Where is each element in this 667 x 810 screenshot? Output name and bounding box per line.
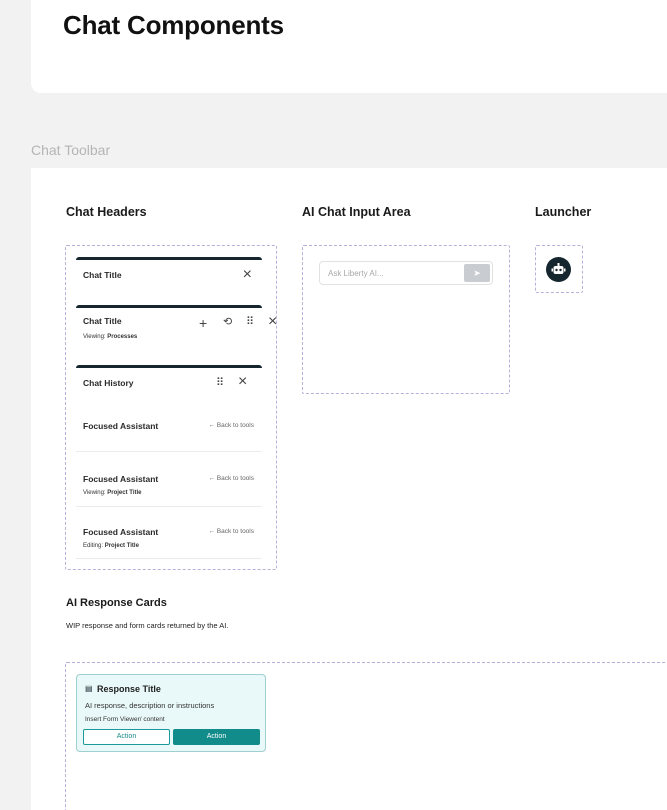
drag-icon[interactable]: ⠿ xyxy=(216,378,224,389)
response-cards-frame: ▤ Response Title AI response, descriptio… xyxy=(65,662,667,810)
editing-value: Project Title xyxy=(104,543,139,549)
back-to-tools-link[interactable]: ← Back to tools xyxy=(208,528,254,535)
assistant-title: Focused Assistant xyxy=(83,474,159,484)
editing-label: Editing: xyxy=(83,543,104,549)
chat-header-title: Chat Title xyxy=(83,270,122,280)
assistant-title: Focused Assistant xyxy=(83,527,159,537)
divider xyxy=(76,558,262,559)
close-icon[interactable]: × xyxy=(243,267,252,283)
assistant-sub: Viewing: Project Title xyxy=(83,490,141,496)
page: Chat Components Chat Toolbar Chat Header… xyxy=(0,0,667,810)
history-icon[interactable]: ⟲ xyxy=(223,317,232,328)
chat-header-viewing: Viewing: Processes xyxy=(83,334,137,340)
assistant-row: Focused Assistant ← Back to tools Viewin… xyxy=(76,464,262,504)
divider xyxy=(76,506,262,507)
robot-icon[interactable] xyxy=(546,257,571,282)
chat-headers-frame: Chat Title × Chat Title Viewing: Process… xyxy=(65,245,277,570)
response-title: Response Title xyxy=(97,684,161,694)
divider xyxy=(76,451,262,452)
viewing-value: Processes xyxy=(107,334,138,340)
chat-header-viewing: Chat Title Viewing: Processes + ⟲ ⠿ × xyxy=(76,305,277,355)
close-icon[interactable]: × xyxy=(268,314,277,330)
assistant-row: Focused Assistant ← Back to tools xyxy=(76,411,262,451)
viewing-value: Project Title xyxy=(107,490,142,496)
ai-input-frame: ➤ xyxy=(302,245,510,394)
back-to-tools-link[interactable]: ← Back to tools xyxy=(208,475,254,482)
viewing-label: Viewing: xyxy=(83,490,106,496)
assistant-title: Focused Assistant xyxy=(83,421,159,431)
launcher-frame xyxy=(535,245,583,293)
drag-icon[interactable]: ⠿ xyxy=(246,317,254,328)
back-to-tools-link[interactable]: ← Back to tools xyxy=(208,422,254,429)
response-description: AI response, description or instructions xyxy=(85,701,215,710)
viewing-label: Viewing: xyxy=(83,334,106,340)
assistant-row: Focused Assistant ← Back to tools Editin… xyxy=(76,517,262,557)
ai-input-title: AI Chat Input Area xyxy=(302,205,411,219)
chat-header-title: Chat History xyxy=(83,378,134,388)
page-title: Chat Components xyxy=(63,10,284,40)
response-cards-description: WIP response and form cards returned by … xyxy=(66,621,229,630)
section-label: Chat Toolbar xyxy=(31,142,111,158)
add-icon[interactable]: + xyxy=(199,316,207,330)
close-icon[interactable]: × xyxy=(238,374,247,390)
chat-input-field[interactable] xyxy=(328,266,458,280)
chat-headers-title: Chat Headers xyxy=(66,205,147,219)
secondary-action-button[interactable]: Action xyxy=(83,729,170,745)
ai-chat-input: ➤ xyxy=(319,261,493,285)
primary-action-button[interactable]: Action xyxy=(173,729,260,745)
chat-header-title: Chat Title xyxy=(83,316,122,326)
response-card: ▤ Response Title AI response, descriptio… xyxy=(76,674,266,752)
response-cards-title: AI Response Cards xyxy=(66,597,167,609)
launcher-title: Launcher xyxy=(535,205,592,219)
assistant-sub: Editing: Project Title xyxy=(83,543,139,549)
chat-header-basic: Chat Title × xyxy=(76,257,262,297)
response-insert-text: Insert Form Viewer/ content xyxy=(85,716,165,723)
document-icon: ▤ xyxy=(85,684,93,693)
chat-header-history: Chat History ⠿ × xyxy=(76,365,262,405)
send-icon[interactable]: ➤ xyxy=(464,264,490,282)
